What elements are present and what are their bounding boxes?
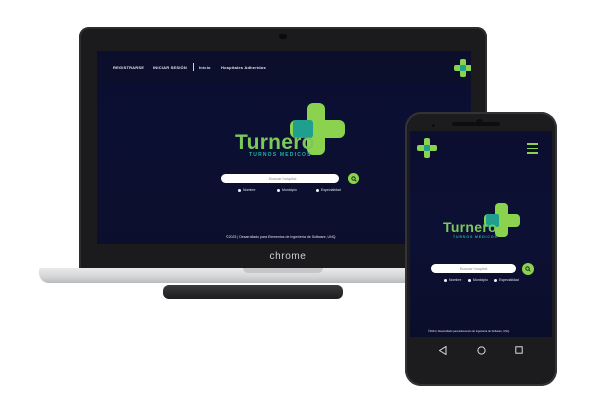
phone-filter-label-especialidad: Especialidad [499,278,519,282]
phone-filter-label-municipio: Municipio [473,278,488,282]
phone-screen: Turnero TURNOS MEDICOS Buscar hospital N… [410,131,552,337]
filter-radio-name[interactable] [238,189,241,192]
site-footer: ©2023 | Desarrollado para Elementos de I… [226,235,337,239]
nav-separator [193,63,194,71]
phone-search-placeholder: Buscar hospital [460,266,488,271]
filter-radio-municipio[interactable] [277,189,280,192]
phone-brand-name: Turnero [443,219,497,235]
recents-square-icon[interactable] [515,346,523,354]
nav-logo-cross-icon[interactable] [454,59,471,77]
phone-site-footer: ©2023 | Desarrollado para Elementos de I… [428,330,510,333]
nav-login-link[interactable]: INICIAR SESIÓN [153,65,187,70]
filter-label-name: Nombre [243,188,256,192]
laptop-webcam [279,34,287,39]
nav-register-link[interactable]: REGISTRARSE [113,65,144,70]
phone-hospital-search-input[interactable]: Buscar hospital [431,264,516,273]
nav-home-link[interactable]: Inicio [199,65,211,70]
phone-filter-radio-name[interactable] [444,279,447,282]
filter-label-municipio: Municipio [282,188,297,192]
phone-search-button[interactable] [522,263,534,275]
phone-filter-radio-especialidad[interactable] [494,279,497,282]
filter-label-especialidad: Especialidad [321,188,341,192]
phone-search-icon [525,266,531,272]
nav-hospitals-link[interactable]: Hospitales Adheridos [221,65,266,70]
chrome-logo: chrome [269,251,307,262]
phone-speaker [452,122,500,126]
back-triangle-icon[interactable] [439,346,447,355]
hospital-search-input[interactable]: Buscar hospital [221,174,339,183]
search-placeholder: Buscar hospital [269,176,297,181]
home-circle-icon[interactable] [477,346,486,355]
laptop-lid-notch [243,268,323,273]
site-navbar: REGISTRARSE INICIAR SESIÓN Inicio Hospit… [97,51,471,84]
phone-filter-radio-municipio[interactable] [468,279,471,282]
brand-tagline: TURNOS MEDICOS [249,152,312,158]
phone-sensor [432,124,435,127]
phone-brand-tagline: TURNOS MEDICOS [453,235,498,239]
search-button[interactable] [348,173,359,184]
filter-radio-especialidad[interactable] [316,189,319,192]
phone-logo-cross-icon[interactable] [417,138,437,158]
laptop-stand [163,285,343,299]
android-navigation-bar [410,337,552,367]
phone-filter-label-name: Nombre [449,278,462,282]
search-icon [350,175,357,182]
hamburger-menu-icon[interactable] [527,143,538,157]
